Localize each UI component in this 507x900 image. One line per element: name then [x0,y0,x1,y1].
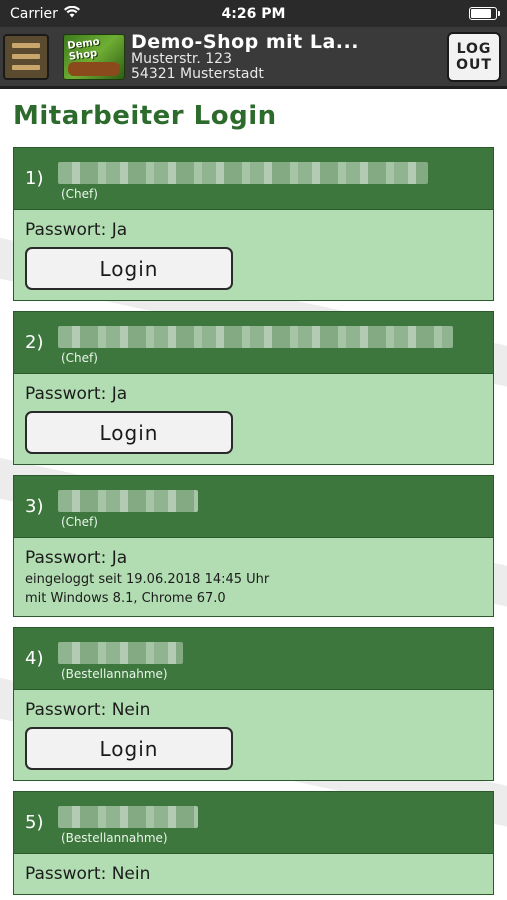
logout-label-line2: OUT [456,56,492,73]
employee-role: (Bestellannahme) [61,831,168,845]
employee-card: 3) (Chef) Passwort: Ja eingeloggt seit 1… [13,475,494,617]
employee-number: 2) [25,332,44,353]
password-status: Passwort: Ja [25,220,128,240]
hamburger-menu-button[interactable] [3,33,49,80]
hamburger-menu-icon [12,43,40,48]
login-button[interactable]: Login [25,727,233,770]
password-status: Passwort: Nein [25,864,151,884]
page-title: Mitarbeiter Login [13,101,277,131]
employee-card-header: 5) (Bestellannahme) [14,792,493,854]
employee-number: 3) [25,496,44,517]
login-button[interactable]: Login [25,411,233,454]
clock: 4:26 PM [221,5,286,22]
logo-food-image [68,61,120,76]
employee-card: 5) (Bestellannahme) Passwort: Nein [13,791,494,895]
employee-card-header: 2) (Chef) [14,312,493,374]
password-status: Passwort: Ja [25,548,128,568]
status-bar: Carrier 4:26 PM [0,0,507,27]
hamburger-bar [12,65,40,70]
employee-number: 5) [25,812,44,833]
employee-card: 1) (Chef) Passwort: Ja Login [13,147,494,301]
logged-in-since: eingeloggt seit 19.06.2018 14:45 Uhr [25,572,270,587]
logged-in-device: mit Windows 8.1, Chrome 67.0 [25,591,226,606]
employee-role: (Bestellannahme) [61,667,168,681]
app-header: Demo Shop Demo-Shop mit La... Musterstr.… [0,27,507,89]
shop-name: Demo-Shop mit La... [131,30,359,53]
login-button[interactable]: Login [25,247,233,290]
main-content: Mitarbeiter Login 1) (Chef) Passwort: Ja… [0,89,507,895]
employee-name-blurred [58,162,428,184]
shop-logo: Demo Shop [63,33,125,80]
employee-number: 4) [25,648,44,669]
hamburger-bar [12,54,40,59]
employee-card-header: 4) (Bestellannahme) [14,628,493,690]
employee-name-blurred [58,326,453,348]
employee-number: 1) [25,168,44,189]
logo-text: Demo Shop [66,35,101,63]
employee-name-blurred [58,806,198,828]
logout-button[interactable]: LOG OUT [447,31,501,82]
battery-level [470,9,492,18]
shop-info: Demo-Shop mit La... Musterstr. 123 54321… [131,32,447,82]
employee-role: (Chef) [61,187,98,201]
carrier-label: Carrier [10,5,58,22]
password-status: Passwort: Ja [25,384,128,404]
employee-role: (Chef) [61,515,98,529]
employee-card: 2) (Chef) Passwort: Ja Login [13,311,494,465]
shop-street: Musterstr. 123 [131,50,232,67]
employee-card-header: 1) (Chef) [14,148,493,210]
shop-city: 54321 Musterstadt [131,65,264,82]
employee-role: (Chef) [61,351,98,365]
wifi-icon [63,5,80,22]
employee-name-blurred [58,642,183,664]
password-status: Passwort: Nein [25,700,151,720]
employee-name-blurred [58,490,198,512]
employee-card: 4) (Bestellannahme) Passwort: Nein Login [13,627,494,781]
employee-card-header: 3) (Chef) [14,476,493,538]
logout-label-line1: LOG [456,40,492,57]
battery-icon [468,7,500,20]
